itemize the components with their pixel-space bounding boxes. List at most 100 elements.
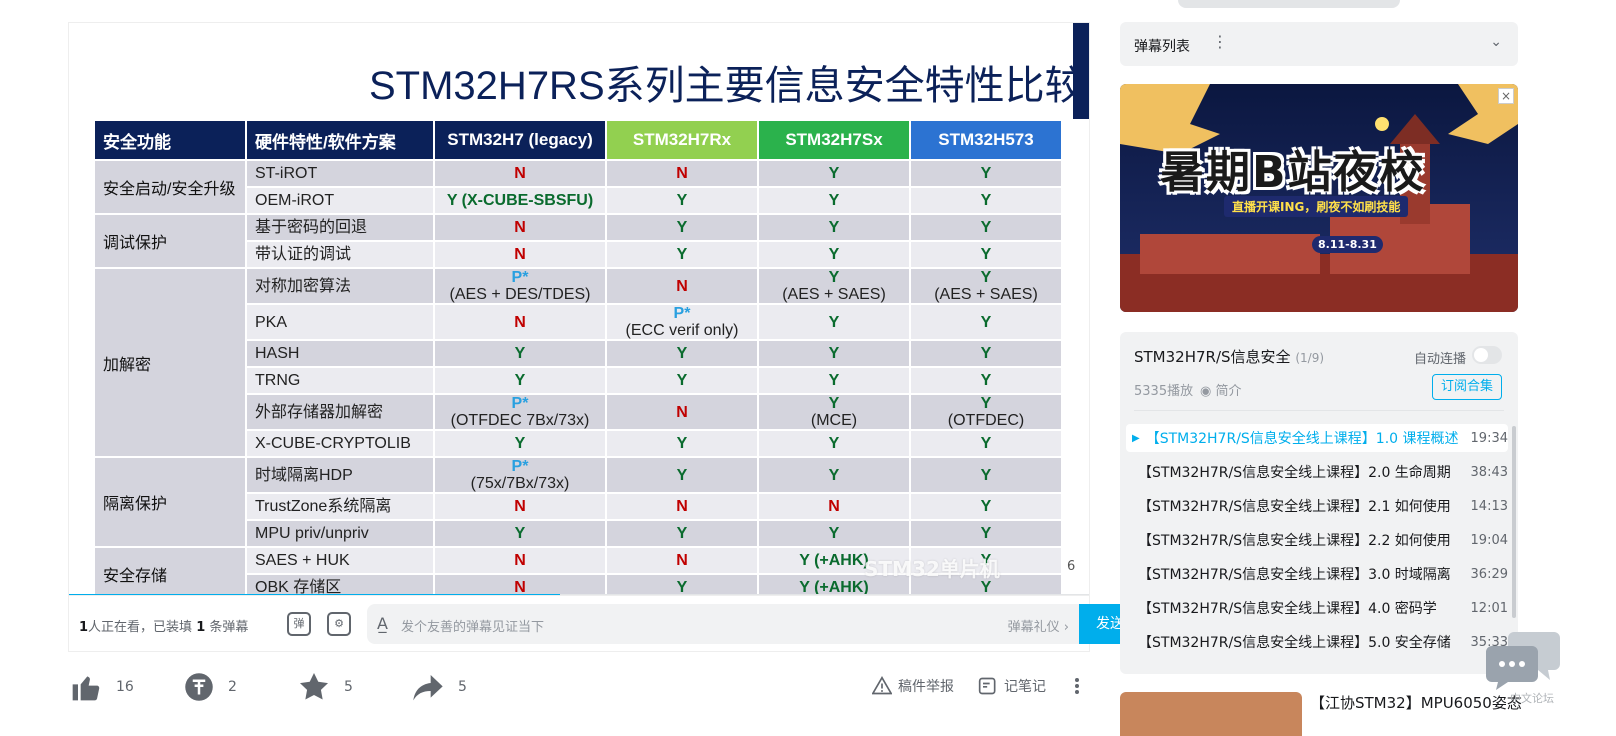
ad-banner[interactable]: 暑期B站夜校 直播开课ING，刷夜不如刷技能 8.11-8.31 × [1120,84,1518,312]
playlist-plays: 5335播放 [1134,384,1194,399]
like-button[interactable]: 16 [70,672,134,702]
value-cell: Y [757,519,911,548]
notes-icon [978,677,996,695]
table-header-cell: STM32H7Sx [757,119,911,161]
playlist-item-title: 【STM32H7R/S信息安全线上课程】4.0 密码学 [1138,601,1437,617]
value-text: Y [828,466,840,484]
value-text: N [828,498,840,515]
next-video-thumbnail[interactable] [1120,692,1302,736]
value-cell: Y [605,573,759,595]
table-row: 安全启动/安全升级 ST-iROT N N Y Y [93,159,1063,215]
playlist-item[interactable]: 【STM32H7R/S信息安全线上课程】3.0 时域隔离 36:29 [1126,560,1508,588]
value-text: N [514,552,526,569]
value-text: Y [828,372,840,389]
intro-label: 简介 [1215,384,1242,399]
value-text: Y [514,372,526,389]
report-label: 稿件举报 [898,679,954,695]
playlist-item-title: 【STM32H7R/S信息安全线上课程】3.0 时域隔离 [1138,567,1451,583]
viewers-text: 人正在看，已装填 [88,620,197,635]
viewers-number: 1 [79,620,89,635]
playlist-item[interactable]: 【STM32H7R/S信息安全线上课程】2.1 如何使用 14:13 [1126,492,1508,520]
playlist-item[interactable]: 【STM32H7R/S信息安全线上课程】5.0 安全存储 35:33 [1126,628,1508,656]
value-text: Y [980,192,992,209]
ad-date: 8.11-8.31 [1312,236,1383,253]
value-cell: N [433,573,607,595]
playlist-scrollbar[interactable] [1512,426,1516,618]
danmaku-settings-icon[interactable]: ⚙ [327,612,351,636]
value-cell: Y [757,240,911,269]
playlist-intro-link[interactable]: ◉ 简介 [1200,380,1242,399]
danmaku-input[interactable]: A̲ 发个友善的弹幕见证当下 弹幕礼仪 › [367,604,1079,644]
value-text: Y [676,435,688,452]
danmaku-toggle-icon[interactable]: 弹 [287,612,311,636]
value-text: N [514,246,526,263]
playlist-item-duration: 36:29 [1470,566,1508,582]
value-cell: Y [605,519,759,548]
value-text: Y (+AHK) [799,552,869,569]
slide-title: STM32H7RS系列主要信息安全特性比较 [369,64,1085,108]
feature-cell: 带认证的调试 [245,240,435,269]
value-cell: Y (MCE) [757,393,911,431]
value-cell: P* (75x/7Bx/73x) [433,456,607,494]
value-text: Y [828,345,840,362]
danmaku-list-title: 弹幕列表 [1134,39,1190,55]
value-cell: Y [433,339,607,368]
header-stub [1178,0,1400,8]
danmaku-etiquette-link[interactable]: 弹幕礼仪 › [1008,616,1069,635]
share-button[interactable]: 5 [412,672,467,702]
danmaku-bar: 1人正在看，已装填 1 条弹幕 弹 ⚙ A̲ 发个友善的弹幕见证当下 弹幕礼仪 … [68,596,1141,652]
playlist-item[interactable]: 【STM32H7R/S信息安全线上课程】2.2 如何使用 19:04 [1126,526,1508,554]
video-player[interactable]: STM32H7RS系列主要信息安全特性比较 安全功能 硬件特性/软件方案 STM32… [68,22,1090,596]
value-text: (OTFDEC) [947,412,1025,429]
ad-headline: 暑期B站夜校 [1160,147,1426,198]
chat-bubble-icon[interactable] [1486,628,1562,692]
value-text: Y [514,345,526,362]
feature-cell: 外部存储器加解密 [245,393,435,431]
value-text: P* [673,305,691,322]
value-cell: Y [433,366,607,395]
chevron-down-icon[interactable]: ⌄ [1490,34,1502,50]
video-watermark: STM32单片机 [864,557,1000,581]
value-cell: N [605,267,759,305]
category-cell: 隔离保护 [93,456,247,548]
value-text: N [676,552,688,569]
value-cell: N [757,492,911,521]
favorite-button[interactable]: 5 [298,672,353,702]
subscribe-collection-button[interactable]: 订阅合集 [1432,374,1502,400]
playlist-panel: STM32H7R/S信息安全 (1/9) 自动连播 5335播放 ◉ 简介 订阅… [1120,332,1518,674]
more-menu-button[interactable] [1070,676,1090,696]
value-cell: Y (AES + SAES) [757,267,911,305]
playlist-item[interactable]: 【STM32H7R/S信息安全线上课程】4.0 密码学 12:01 [1126,594,1508,622]
next-video-title[interactable]: 【江协STM32】MPU6050姿态 [1310,692,1522,713]
value-cell: Y [605,456,759,494]
value-cell: N [433,213,607,242]
coin-button[interactable]: 2 [184,672,237,702]
feature-cell: PKA [245,303,435,341]
autoplay-toggle[interactable] [1472,346,1502,364]
value-text: P* [511,269,529,286]
value-cell: Y [757,186,911,215]
value-text: Y [980,313,992,331]
value-cell: Y [909,213,1063,242]
value-text: Y [676,466,688,484]
playlist-item[interactable]: 【STM32H7R/S信息安全线上课程】2.0 生命周期 38:43 [1126,458,1508,486]
text-style-icon[interactable]: A̲ [377,614,388,633]
value-cell: Y [433,429,607,458]
feature-cell: X-CUBE-CRYPTOLIB [245,429,435,458]
feature-cell: TrustZone系统隔离 [245,492,435,521]
playlist-item-duration: 14:13 [1470,498,1508,514]
notes-button[interactable]: 记笔记 [978,676,1046,696]
playlist-item-duration: 19:04 [1470,532,1508,548]
value-text: N [514,498,526,515]
more-vertical-icon[interactable]: ⋮ [1212,32,1228,51]
eye-icon: ◉ [1200,384,1216,399]
share-arrow-icon [413,675,443,701]
value-text: Y [828,246,840,263]
report-button[interactable]: 稿件举报 [872,676,954,696]
playlist-item[interactable]: ▶ 【STM32H7R/S信息安全线上课程】1.0 课程概述 19:34 [1126,424,1508,452]
playlist-title-text: STM32H7R/S信息安全 [1134,348,1291,366]
value-cell: Y [909,429,1063,458]
close-icon[interactable]: × [1498,88,1514,104]
danmaku-list-header[interactable]: 弹幕列表 ⋮ ⌄ [1120,22,1518,66]
value-cell: Y [909,519,1063,548]
